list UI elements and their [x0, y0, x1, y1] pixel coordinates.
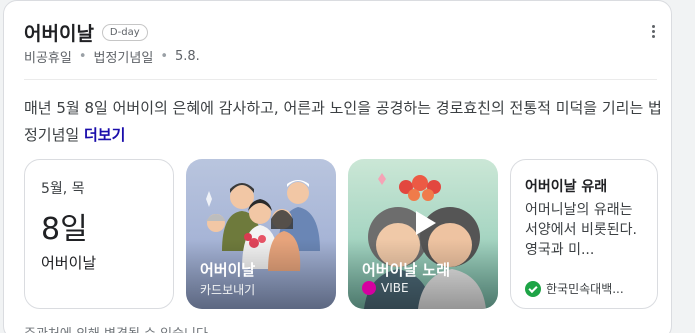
page-title: 어버이날 [24, 23, 94, 45]
origin-source-label: 한국민속대백... [546, 282, 624, 296]
separator-dot: • [160, 49, 168, 64]
title-row: 어버이날 D-day [24, 19, 148, 46]
dday-badge: D-day [101, 24, 148, 41]
ecard-subtitle: 카드보내기 [200, 283, 256, 297]
origin-title: 어버이날 유래 [525, 179, 608, 195]
origin-card[interactable]: 어버이날 유래 어머니날의 유래는 서양에서 비롯된다. 영국과 미... 한국… [510, 159, 658, 309]
more-options-icon[interactable] [646, 23, 660, 43]
meta-row: 비공휴일 • 법정기념일 • 5.8. [24, 47, 200, 66]
divider [24, 79, 657, 80]
date-weekday: 5월, 목 [41, 181, 85, 197]
origin-body: 어머니날의 유래는 서양에서 비롯된다. 영국과 미... [525, 202, 637, 258]
more-link[interactable]: 더보기 [84, 126, 125, 144]
song-source-label: VIBE [381, 281, 409, 295]
date-day: 8일 [41, 212, 88, 247]
footer-note: 주관처에 의해 변경될 수 있습니다. [24, 323, 212, 333]
meta-item: 5.8. [175, 49, 200, 64]
meta-item: 법정기념일 [93, 51, 154, 66]
knowledge-panel: 어버이날 D-day 비공휴일 • 법정기념일 • 5.8. 매년 5월 8일 … [3, 0, 672, 333]
play-icon[interactable] [406, 205, 442, 241]
ecard-title: 어버이날 [200, 261, 256, 279]
song-card[interactable]: 어버이날 노래 VIBE [348, 159, 498, 309]
separator-dot: • [78, 49, 87, 64]
description: 매년 5월 8일 어버이의 은혜에 감사하고, 어른과 노인을 공경하는 경로효… [24, 95, 664, 149]
ecard-card[interactable]: 어버이날 카드보내기 [186, 159, 336, 309]
date-holiday-name: 어버이날 [41, 254, 97, 272]
encyclopedia-icon [525, 280, 541, 297]
date-card[interactable]: 5월, 목 8일 어버이날 [24, 159, 174, 309]
meta-item: 비공휴일 [24, 51, 72, 66]
vibe-logo-icon [362, 281, 376, 295]
song-title: 어버이날 노래 [362, 261, 451, 279]
origin-source: 한국민속대백... [525, 280, 624, 297]
song-source: VIBE [362, 281, 409, 295]
